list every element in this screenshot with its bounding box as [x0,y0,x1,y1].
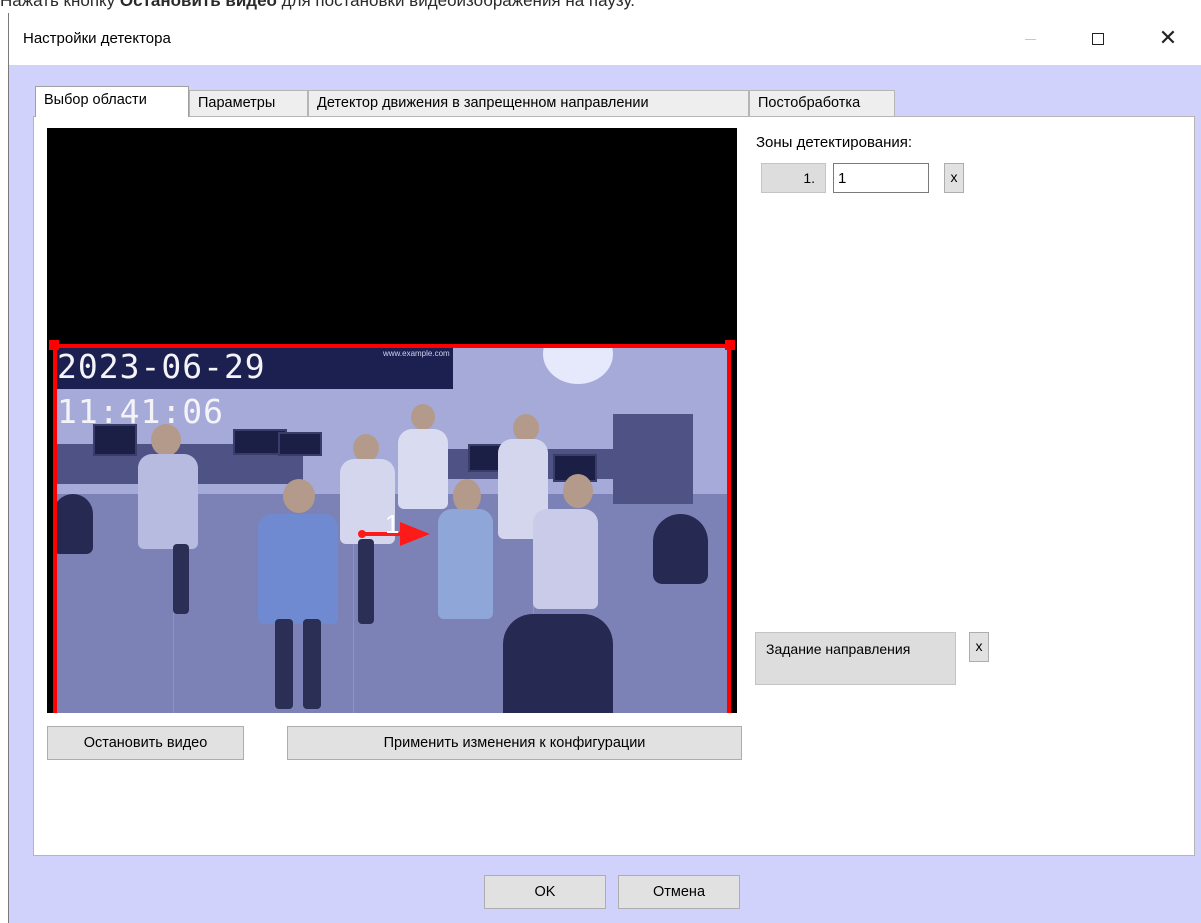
delete-direction-button[interactable]: x [969,632,989,662]
close-button[interactable]: ✕ [1145,21,1191,57]
instruction-caption: Нажать кнопку Остановить видео для поста… [0,0,635,13]
apply-changes-button[interactable]: Применить изменения к конфигурации [287,726,742,760]
caption-text-after: для постановки видеоизображения на паузу… [276,0,636,10]
tab-wrong-direction-detector[interactable]: Детектор движения в запрещенном направле… [308,90,749,116]
caption-bold-text: Остановить видео [119,0,277,10]
close-icon: ✕ [1158,26,1178,51]
minimize-button[interactable] [1007,21,1053,57]
stop-video-button[interactable]: Остановить видео [47,726,244,760]
delete-zone-button[interactable]: x [944,163,964,193]
detection-zones-label: Зоны детектирования: [756,134,913,151]
set-direction-button[interactable]: Задание направления [755,632,956,685]
zone-handle-top-left[interactable] [49,340,59,350]
window-title: Настройки детектора [23,30,171,47]
video-preview[interactable]: 2023-06-29 11:41:06 www.example.com 1 [47,128,737,713]
cancel-button[interactable]: Отмена [618,875,740,909]
tab-postprocessing[interactable]: Постобработка [749,90,895,116]
zone-number-button[interactable]: 1. [761,163,826,193]
minimize-icon [1024,38,1036,40]
ok-button[interactable]: OK [484,875,606,909]
zone-handle-top-right[interactable] [725,340,735,350]
maximize-button[interactable] [1075,21,1121,57]
zone-name-input[interactable] [833,163,929,193]
caption-text-before: Нажать кнопку [0,0,120,10]
title-bar: Настройки детектора ✕ [9,13,1201,65]
tab-parameters[interactable]: Параметры [189,90,308,116]
maximize-icon [1092,33,1104,45]
detection-zone-outline[interactable] [53,344,731,713]
tab-area-selection[interactable]: Выбор области [35,86,189,117]
detector-settings-window: Настройки детектора ✕ Выбор области Пара… [8,13,1201,923]
